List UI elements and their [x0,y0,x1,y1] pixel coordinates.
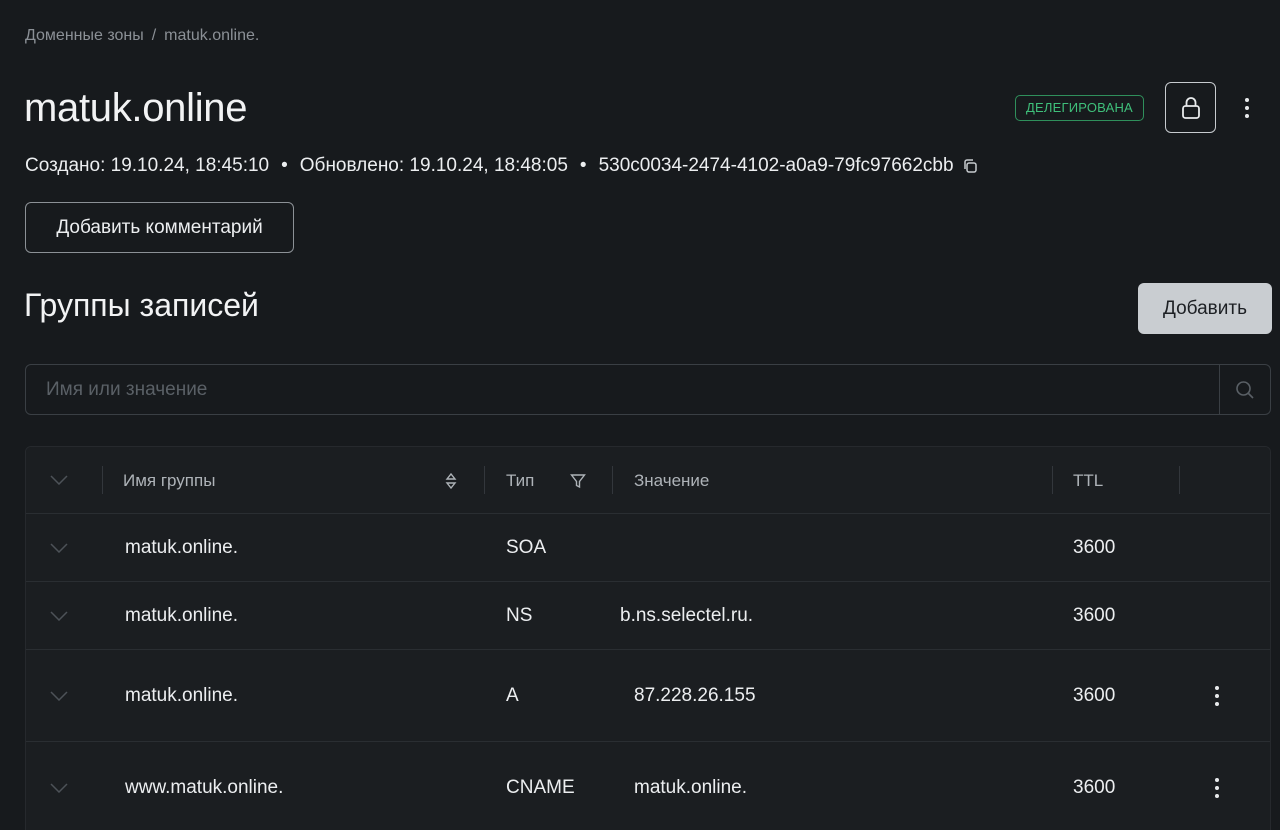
row-more-menu-button[interactable] [1214,742,1220,830]
row-name: matuk.online. [125,604,239,626]
table-row[interactable]: matuk.online. A 87.228.26.155 3600 [26,650,1270,742]
add-record-button[interactable]: Добавить [1138,283,1272,334]
zone-meta: Создано: 19.10.24, 18:45:10 • Обновлено:… [25,155,978,177]
breadcrumb-root-link[interactable]: Доменные зоны [25,27,144,44]
row-ttl: 3600 [1073,776,1116,798]
column-divider [1052,466,1053,494]
table-header: Имя группы Тип Значение TTL [26,447,1270,514]
breadcrumb-separator: / [151,27,157,44]
records-table: Имя группы Тип Значение TTL matuk.online… [25,446,1271,830]
sort-icon [445,472,457,489]
filter-type-button[interactable] [570,447,586,514]
search-button[interactable] [1219,365,1270,414]
column-divider [484,466,485,494]
row-value: 87.228.26.155 [634,684,756,706]
copy-uuid-button[interactable] [962,158,978,174]
column-divider [1179,466,1180,494]
chevron-down-icon [50,782,68,793]
row-name: matuk.online. [125,684,239,706]
more-vertical-icon [1245,98,1249,118]
row-expand-toggle[interactable] [50,742,68,830]
chevron-down-icon [50,690,68,701]
table-row[interactable]: www.matuk.online. CNAME matuk.online. 36… [26,742,1270,830]
row-expand-toggle[interactable] [50,650,68,741]
add-comment-button[interactable]: Добавить комментарий [25,202,294,253]
chevron-down-icon [50,610,68,621]
sort-name-button[interactable] [444,447,458,514]
meta-separator: • [281,155,288,176]
status-badge: ДЕЛЕГИРОВАНА [1015,95,1144,121]
expand-all-toggle[interactable] [50,447,68,513]
chevron-down-icon [50,475,68,485]
zone-uuid: 530c0034-2474-4102-a0a9-79fc97662cbb [598,155,954,176]
search-bar [25,364,1271,415]
meta-separator: • [579,155,587,176]
row-more-menu-button[interactable] [1214,650,1220,741]
chevron-down-icon [50,542,68,553]
row-value: b.ns.selectel.ru. [620,604,754,626]
copy-icon [963,159,977,173]
column-divider [102,466,103,494]
created-timestamp: Создано: 19.10.24, 18:45:10 [25,155,270,176]
breadcrumb-current: matuk.online. [164,27,260,44]
updated-timestamp: Обновлено: 19.10.24, 18:48:05 [299,155,568,176]
row-name: www.matuk.online. [125,776,284,798]
more-vertical-icon [1215,777,1219,798]
row-type: NS [506,604,533,626]
search-icon [1236,380,1254,399]
table-row[interactable]: matuk.online. NS b.ns.selectel.ru. 3600 [26,582,1270,650]
row-expand-toggle[interactable] [50,514,68,581]
zone-more-menu-button[interactable] [1235,96,1259,120]
column-divider [612,466,613,494]
filter-icon [570,473,586,488]
column-header-ttl: TTL [1073,470,1104,490]
column-header-type: Тип [506,470,535,490]
row-ttl: 3600 [1073,536,1116,558]
records-section-title: Группы записей [24,287,259,323]
row-name: matuk.online. [125,536,239,558]
column-header-name: Имя группы [123,470,216,490]
table-row[interactable]: matuk.online. SOA 3600 [26,514,1270,582]
search-input[interactable] [26,365,1219,414]
lock-icon [1181,96,1200,119]
row-value: matuk.online. [634,776,748,798]
breadcrumb: Доменные зоны / matuk.online. [25,27,259,45]
page-title: matuk.online [24,86,248,130]
row-ttl: 3600 [1073,604,1116,626]
row-type: CNAME [506,776,575,798]
row-expand-toggle[interactable] [50,582,68,649]
lock-button[interactable] [1165,82,1216,133]
more-vertical-icon [1215,685,1219,706]
column-header-value: Значение [634,470,710,490]
row-type: A [506,684,519,706]
row-ttl: 3600 [1073,684,1116,706]
row-type: SOA [506,536,547,558]
